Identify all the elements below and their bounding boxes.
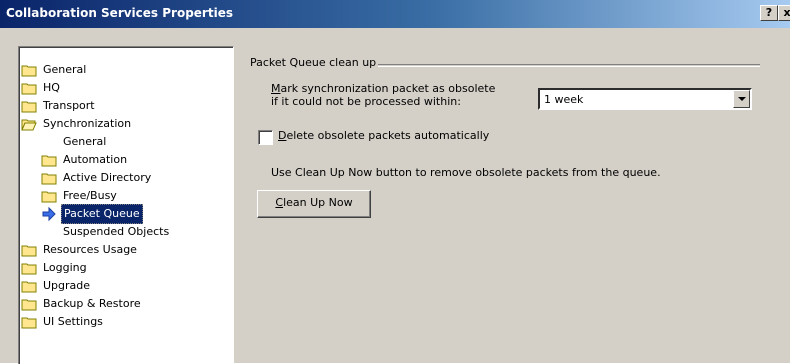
dialog-body: General HQ Transport Synchronization Gen… [0,28,790,364]
obsolete-period-select[interactable]: 1 week [538,88,752,110]
tree-item-label: HQ [43,81,60,94]
tree-item-free-busy[interactable]: Free/Busy [41,187,119,205]
tree-item-suspended-objects[interactable]: Suspended Objects [61,223,171,241]
group-separator [378,64,760,67]
obsolete-label-line1: ark synchronization packet as obsolete [280,82,496,95]
folder-icon [21,299,37,311]
tree-item-resources-usage[interactable]: Resources Usage [21,241,139,259]
tree-item-label: Synchronization [43,117,132,130]
obsolete-label-line2: if it could not be processed within: [271,95,461,108]
tree-item-backup-restore[interactable]: Backup & Restore [21,295,143,313]
title-bar: Collaboration Services Properties ? x [0,0,790,28]
close-button[interactable]: x [778,5,790,21]
tree-item-label: Active Directory [63,171,152,184]
tree-item-hq[interactable]: HQ [21,79,62,97]
folder-icon [21,281,37,293]
tree-item-label: General [43,63,87,76]
tree-item-packet-queue[interactable]: Packet Queue [41,204,143,224]
tree-item-label: Packet Queue [61,204,143,224]
cleanup-accesskey: C [275,196,284,209]
open-folder-icon [21,119,37,131]
tree-item-label: Automation [63,153,128,166]
delete-label-rest: elete obsolete packets automatically [286,129,490,142]
tree-item-label: UI Settings [43,315,103,328]
tree-item-label: Suspended Objects [63,225,170,238]
help-button[interactable]: ? [760,5,778,21]
tree-item-sync-general[interactable]: General [61,133,108,151]
chevron-down-icon[interactable] [733,90,750,108]
tree-item-label: Logging [43,261,87,274]
tree-item-label: Transport [43,99,95,112]
tree-item-label: Resources Usage [43,243,137,256]
window-title: Collaboration Services Properties [6,6,233,20]
folder-icon [21,263,37,275]
obsolete-label: Mark synchronization packet as obsolete … [271,82,495,108]
obsolete-label-accesskey: M [271,82,281,95]
tree-item-upgrade[interactable]: Upgrade [21,277,92,295]
folder-icon [41,155,57,167]
tree-item-label: Free/Busy [63,189,117,202]
tree-item-label: Upgrade [43,279,91,292]
folder-icon [21,101,37,113]
clean-up-now-button[interactable]: Clean Up Now [257,190,371,218]
tree-item-synchronization[interactable]: Synchronization [21,115,133,133]
cleanup-label-rest: lean Up Now [283,196,353,209]
arrow-right-icon [42,206,56,222]
delete-obsolete-label[interactable]: Delete obsolete packets automatically [278,129,489,142]
folder-icon [21,245,37,257]
group-title: Packet Queue clean up [250,56,377,69]
folder-icon [41,191,57,203]
tree-item-active-directory[interactable]: Active Directory [41,169,153,187]
tree-item-general[interactable]: General [21,61,88,79]
obsolete-period-value: 1 week [544,93,584,106]
tree-item-automation[interactable]: Automation [41,151,129,169]
delete-obsolete-checkbox[interactable] [258,130,273,145]
folder-icon [21,65,37,77]
folder-icon [21,317,37,329]
tree-item-label: General [63,135,107,148]
folder-icon [41,173,57,185]
tree-item-transport[interactable]: Transport [21,97,97,115]
info-text: Use Clean Up Now button to remove obsole… [271,166,661,179]
tree-item-logging[interactable]: Logging [21,259,89,277]
folder-icon [21,83,37,95]
settings-tree[interactable]: General HQ Transport Synchronization Gen… [18,46,234,364]
tree-item-ui-settings[interactable]: UI Settings [21,313,105,331]
tree-item-label: Backup & Restore [43,297,141,310]
